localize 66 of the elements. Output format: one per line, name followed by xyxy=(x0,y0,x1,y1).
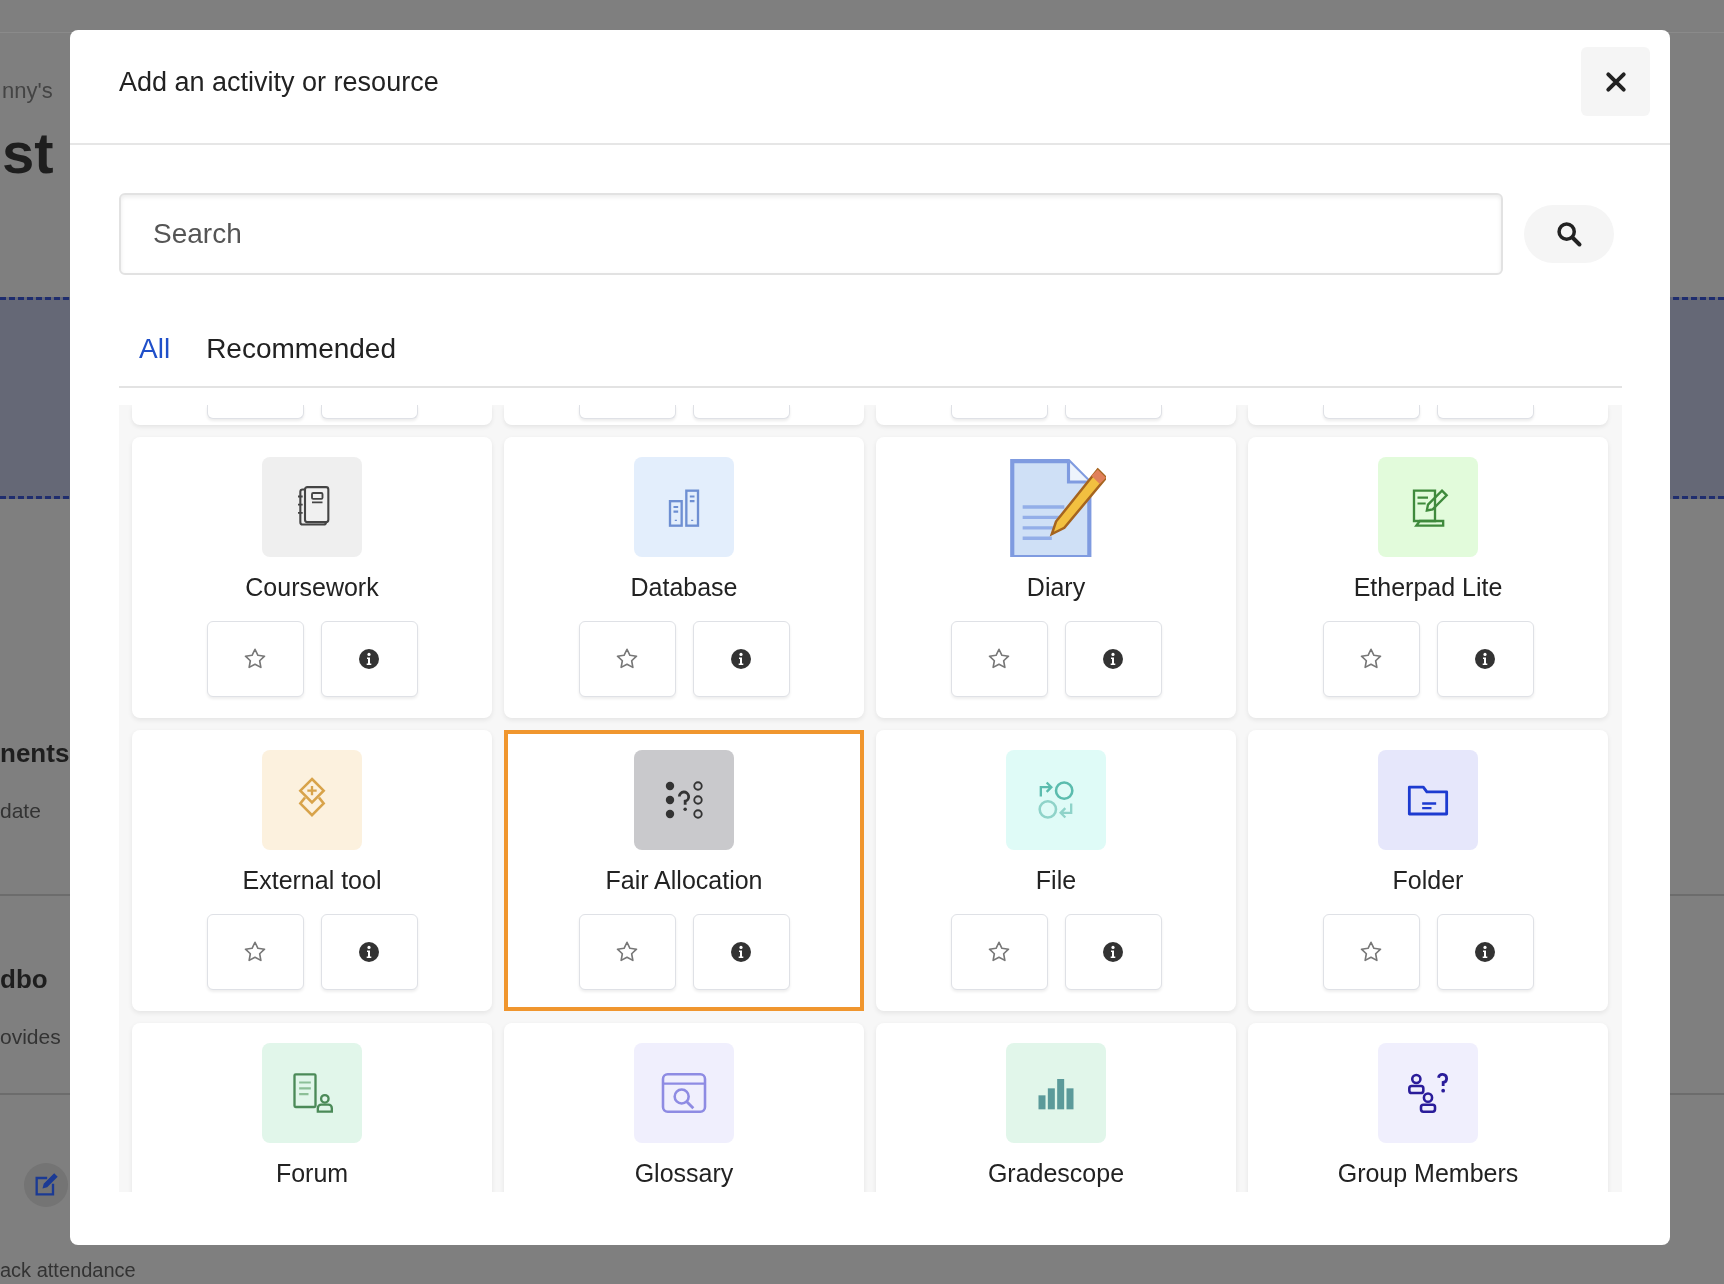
section-title: dbo xyxy=(0,964,49,995)
activity-name: Diary xyxy=(1026,572,1086,603)
favourite-button[interactable] xyxy=(1322,405,1420,419)
tab[interactable]: All xyxy=(139,327,171,371)
favourite-button[interactable] xyxy=(1322,621,1420,697)
info-button[interactable] xyxy=(1436,621,1534,697)
favourite-button[interactable] xyxy=(578,914,676,990)
activity-name: Group Members xyxy=(1337,1158,1519,1189)
close-icon xyxy=(1604,70,1627,93)
section-title: nents xyxy=(0,738,71,769)
edit-icon[interactable] xyxy=(24,1163,68,1207)
activity-name: Glossary xyxy=(634,1158,734,1189)
favourite-button[interactable] xyxy=(578,621,676,697)
activity-name: Gradescope xyxy=(987,1158,1125,1189)
info-button[interactable] xyxy=(320,914,418,990)
activity-card[interactable]: Gradescope xyxy=(876,1023,1236,1192)
activity-card[interactable]: Etherpad Lite xyxy=(1248,437,1608,718)
info-icon xyxy=(1473,647,1497,671)
info-icon xyxy=(1101,940,1125,964)
favourite-button[interactable] xyxy=(206,405,304,419)
activity-card[interactable]: Fair Allocation xyxy=(504,730,864,1011)
info-icon xyxy=(357,940,381,964)
favourite-button[interactable] xyxy=(950,621,1048,697)
info-button[interactable] xyxy=(692,914,790,990)
activity-card[interactable]: Database xyxy=(504,437,864,718)
info-icon xyxy=(729,647,753,671)
info-button[interactable] xyxy=(1064,914,1162,990)
section-text: ack attendance xyxy=(0,1259,136,1282)
info-button[interactable] xyxy=(1436,914,1534,990)
info-icon xyxy=(1101,647,1125,671)
activity-card[interactable]: Diary xyxy=(876,437,1236,718)
favourite-button[interactable] xyxy=(578,405,676,419)
activity-name: External tool xyxy=(242,865,382,896)
search-field[interactable]: Search xyxy=(119,193,1503,275)
info-button[interactable] xyxy=(320,621,418,697)
info-icon xyxy=(1473,940,1497,964)
activity-card[interactable]: Coursework xyxy=(132,437,492,718)
info-button[interactable] xyxy=(1064,621,1162,697)
activity-card[interactable]: File xyxy=(876,730,1236,1011)
activity-name: File xyxy=(1035,865,1077,896)
activity-card[interactable]: Group Members xyxy=(1248,1023,1608,1192)
activity-name: Coursework xyxy=(245,572,379,603)
activity-card[interactable]: Folder xyxy=(1248,730,1608,1011)
activity-card[interactable]: External tool xyxy=(132,730,492,1011)
favourite-button[interactable] xyxy=(950,405,1048,419)
search-icon xyxy=(1555,220,1583,248)
info-button[interactable] xyxy=(692,621,790,697)
favourite-button[interactable] xyxy=(206,621,304,697)
activity-card[interactable]: Glossary xyxy=(504,1023,864,1192)
favourite-button[interactable] xyxy=(950,914,1048,990)
activity-name: Etherpad Lite xyxy=(1353,572,1503,603)
section-text: date xyxy=(0,799,42,823)
dialog-title: Add an activity or resource xyxy=(119,67,439,98)
favourite-button[interactable] xyxy=(206,914,304,990)
close-button[interactable] xyxy=(1581,47,1650,116)
favourite-button[interactable] xyxy=(1322,914,1420,990)
tab[interactable]: Recommended xyxy=(206,327,396,371)
activity-name: Forum xyxy=(275,1158,349,1189)
activity-card[interactable]: Forum xyxy=(132,1023,492,1192)
info-icon xyxy=(729,940,753,964)
activity-name: Fair Allocation xyxy=(605,865,763,896)
section-text: ovides xyxy=(0,1025,62,1049)
info-icon xyxy=(357,647,381,671)
activity-name: Database xyxy=(630,572,738,603)
activity-name: Folder xyxy=(1392,865,1464,896)
page-heading: st xyxy=(2,118,54,186)
